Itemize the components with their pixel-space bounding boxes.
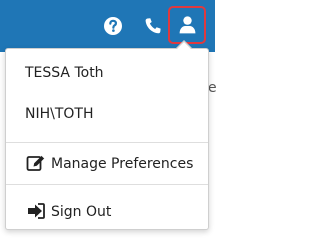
- help-icon[interactable]: [103, 16, 123, 36]
- background-text-fragment: e: [208, 80, 217, 96]
- edit-icon: [26, 155, 45, 171]
- user-dropdown-menu: TESSA Toth NIH\TOTH Manage Preferences S…: [5, 48, 209, 230]
- sign-out-link[interactable]: Sign Out: [6, 196, 208, 228]
- sign-out-icon: [28, 203, 45, 219]
- menu-divider: [6, 142, 208, 143]
- user-display-name: TESSA Toth: [25, 65, 104, 81]
- phone-icon[interactable]: [143, 16, 163, 36]
- menu-divider: [6, 184, 208, 185]
- sign-out-label: Sign Out: [51, 204, 112, 220]
- dropdown-caret-fill: [176, 42, 192, 50]
- user-menu-button[interactable]: [168, 6, 206, 44]
- manage-preferences-label: Manage Preferences: [51, 156, 194, 172]
- user-login-id: NIH\TOTH: [25, 106, 94, 122]
- manage-preferences-link[interactable]: Manage Preferences: [6, 148, 208, 180]
- user-icon: [179, 16, 196, 34]
